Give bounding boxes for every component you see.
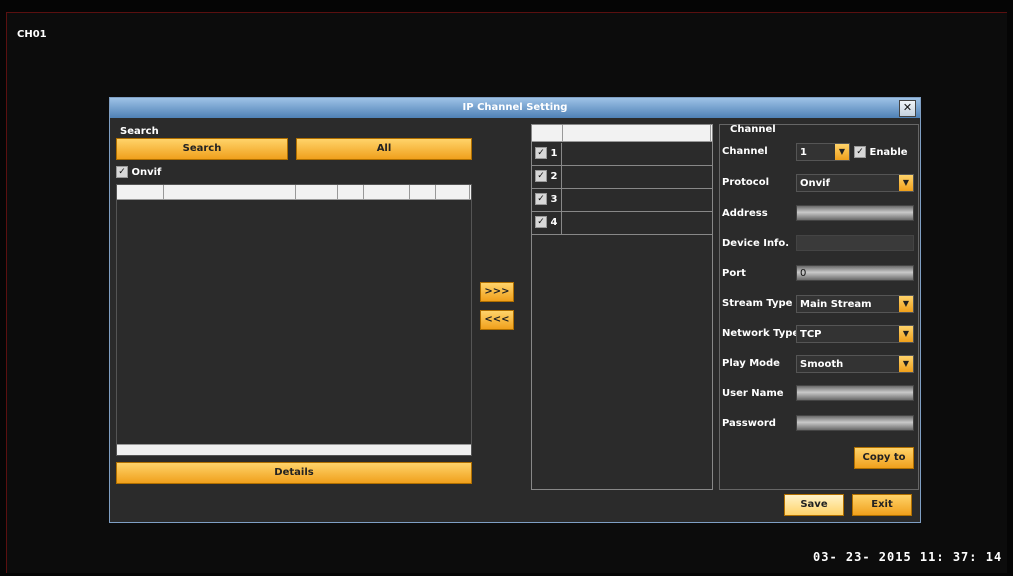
checked-box-icon[interactable]: ✓ [535, 216, 547, 228]
channel-label: Channel [722, 146, 768, 157]
enable-toggle[interactable]: ✓ Enable [854, 146, 908, 158]
copy-to-button[interactable]: Copy to [854, 447, 914, 469]
onvif-filter[interactable]: ✓ Onvif [116, 166, 161, 178]
channel-row[interactable]: ✓ 1 [532, 143, 712, 166]
channel-number: 1 [550, 148, 558, 159]
protocol-value: Onvif [800, 178, 830, 189]
dvr-screen: CH01 IP Channel Setting ✕ Search Search … [6, 12, 1007, 573]
protocol-select[interactable]: Onvif ▼ [796, 174, 914, 192]
header-col [337, 185, 364, 199]
channel-number: 4 [550, 217, 558, 228]
search-section-label: Search [120, 126, 159, 137]
play-mode-select[interactable]: Smooth ▼ [796, 355, 914, 373]
all-button[interactable]: All [296, 138, 472, 160]
dropdown-arrow-icon: ▼ [899, 175, 913, 191]
dialog-title: IP Channel Setting [462, 102, 568, 113]
password-input[interactable] [796, 415, 914, 431]
checked-box-icon[interactable]: ✓ [535, 147, 547, 159]
network-type-select[interactable]: TCP ▼ [796, 325, 914, 343]
device-info-field [796, 235, 914, 251]
checked-box-icon[interactable]: ✓ [535, 193, 547, 205]
header-col [409, 185, 436, 199]
search-results-table[interactable] [116, 184, 472, 456]
user-name-input[interactable] [796, 385, 914, 401]
stream-type-label: Stream Type [722, 298, 793, 309]
save-button[interactable]: Save [784, 494, 844, 516]
header-col [532, 125, 563, 141]
network-type-value: TCP [800, 329, 822, 340]
onvif-label: Onvif [131, 167, 162, 178]
channel-select[interactable]: 1 ▼ [796, 143, 850, 161]
address-label: Address [722, 208, 768, 219]
checked-box-icon[interactable]: ✓ [116, 166, 128, 178]
exit-button[interactable]: Exit [852, 494, 912, 516]
channel-list-header [532, 125, 712, 142]
checked-box-icon[interactable]: ✓ [535, 170, 547, 182]
channel-number: 3 [550, 194, 558, 205]
dropdown-arrow-icon: ▼ [899, 356, 913, 372]
channel-row[interactable]: ✓ 4 [532, 212, 712, 235]
details-button[interactable]: Details [116, 462, 472, 484]
close-button[interactable]: ✕ [899, 100, 916, 117]
checked-box-icon[interactable]: ✓ [854, 146, 866, 158]
close-icon: ✕ [902, 101, 913, 114]
channel-section-label: Channel [730, 124, 776, 135]
remove-channel-button[interactable]: <<< [480, 310, 514, 330]
header-col [363, 185, 410, 199]
password-label: Password [722, 418, 776, 429]
header-col [295, 185, 338, 199]
search-results-header [117, 185, 471, 200]
header-col [562, 125, 711, 141]
dropdown-arrow-icon: ▼ [835, 144, 849, 160]
header-col [117, 185, 164, 199]
stream-type-value: Main Stream [800, 299, 872, 310]
channel-row-cell: ✓ 4 [532, 212, 562, 234]
channel-row-cell: ✓ 2 [532, 166, 562, 188]
dropdown-arrow-icon: ▼ [899, 296, 913, 312]
header-col [435, 185, 470, 199]
channel-row-cell: ✓ 3 [532, 189, 562, 211]
channel-settings-panel: Channel Channel 1 ▼ ✓ Enable Protocol On… [719, 124, 919, 490]
channel-row-cell: ✓ 1 [532, 143, 562, 165]
horizontal-scrollbar[interactable] [117, 444, 471, 455]
play-mode-label: Play Mode [722, 358, 780, 369]
network-type-label: Network Type [722, 328, 800, 339]
add-channel-button[interactable]: >>> [480, 282, 514, 302]
channel-tag: CH01 [17, 29, 47, 40]
ip-channel-setting-dialog: IP Channel Setting ✕ Search Search All ✓… [109, 97, 921, 523]
header-col [163, 185, 296, 199]
device-info-label: Device Info. [722, 238, 790, 249]
stream-type-select[interactable]: Main Stream ▼ [796, 295, 914, 313]
channel-list-table[interactable]: ✓ 1 ✓ 2 ✓ 3 ✓ 4 [531, 124, 713, 490]
channel-select-value: 1 [800, 147, 807, 158]
port-label: Port [722, 268, 746, 279]
datetime-display: 03- 23- 2015 11: 37: 14 [813, 550, 1003, 564]
play-mode-value: Smooth [800, 359, 844, 370]
search-button[interactable]: Search [116, 138, 288, 160]
address-input[interactable] [796, 205, 914, 221]
channel-row[interactable]: ✓ 3 [532, 189, 712, 212]
enable-label: Enable [869, 147, 908, 158]
dropdown-arrow-icon: ▼ [899, 326, 913, 342]
protocol-label: Protocol [722, 177, 770, 188]
dialog-titlebar: IP Channel Setting ✕ [110, 98, 920, 118]
channel-row[interactable]: ✓ 2 [532, 166, 712, 189]
port-input[interactable]: 0 [796, 265, 914, 281]
channel-number: 2 [550, 171, 558, 182]
user-name-label: User Name [722, 388, 784, 399]
